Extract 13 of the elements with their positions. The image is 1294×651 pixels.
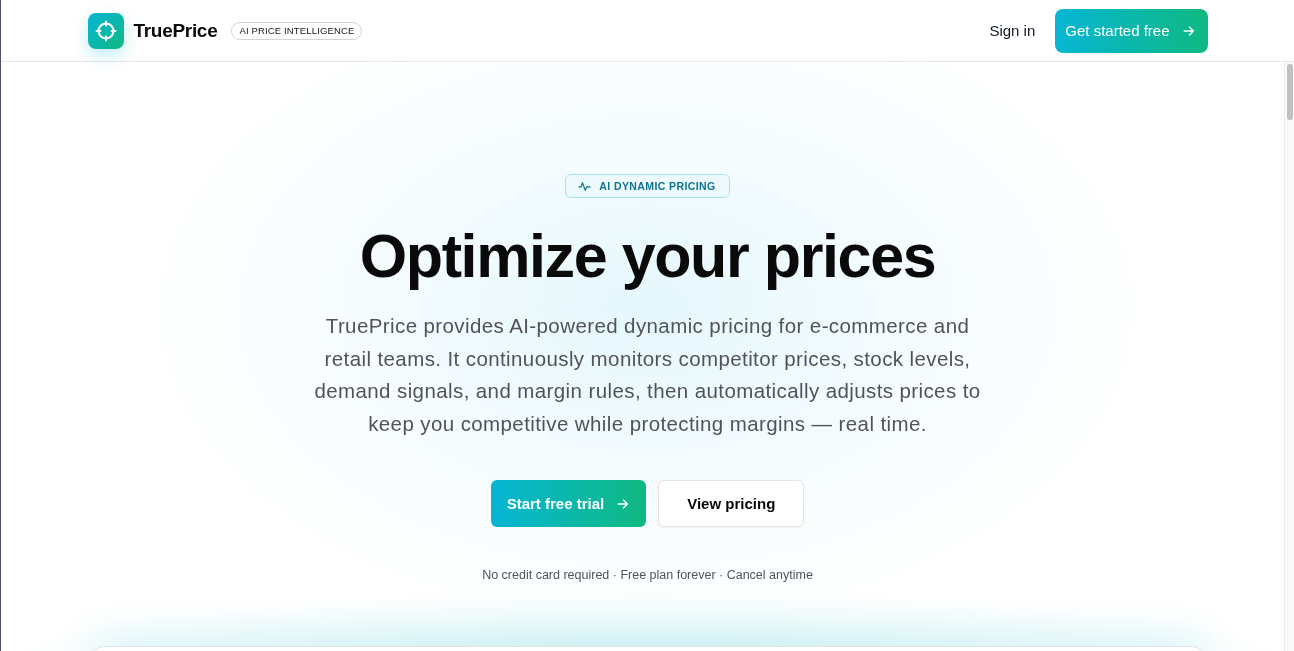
hero-description: TruePrice provides AI-powered dynamic pricing for e-commerce and retail teams. It continuously monitors competitor prices, stock levels, demand signals, and margin rules, then automatically adjusts prices to keep you competitive while protecting margins — real time. bbox=[313, 313, 982, 437]
activity-icon bbox=[578, 179, 592, 193]
scrollbar[interactable] bbox=[1284, 62, 1294, 651]
view-pricing-button[interactable]: View pricing bbox=[658, 480, 805, 527]
badge-label: AI DYNAMIC PRICING bbox=[599, 180, 716, 192]
arrow-right-icon bbox=[1181, 23, 1196, 38]
arrow-right-icon bbox=[616, 496, 631, 511]
scrollbar-thumb[interactable] bbox=[1287, 64, 1293, 120]
crosshair-logo-icon[interactable] bbox=[87, 12, 124, 49]
trial-note: No credit card required · Free plan forever · Cancel anytime bbox=[482, 567, 813, 584]
brand-name[interactable]: TruePrice bbox=[133, 19, 218, 42]
sign-in-link[interactable]: Sign in bbox=[989, 22, 1036, 39]
hero-heading: Optimize your prices bbox=[359, 223, 936, 289]
